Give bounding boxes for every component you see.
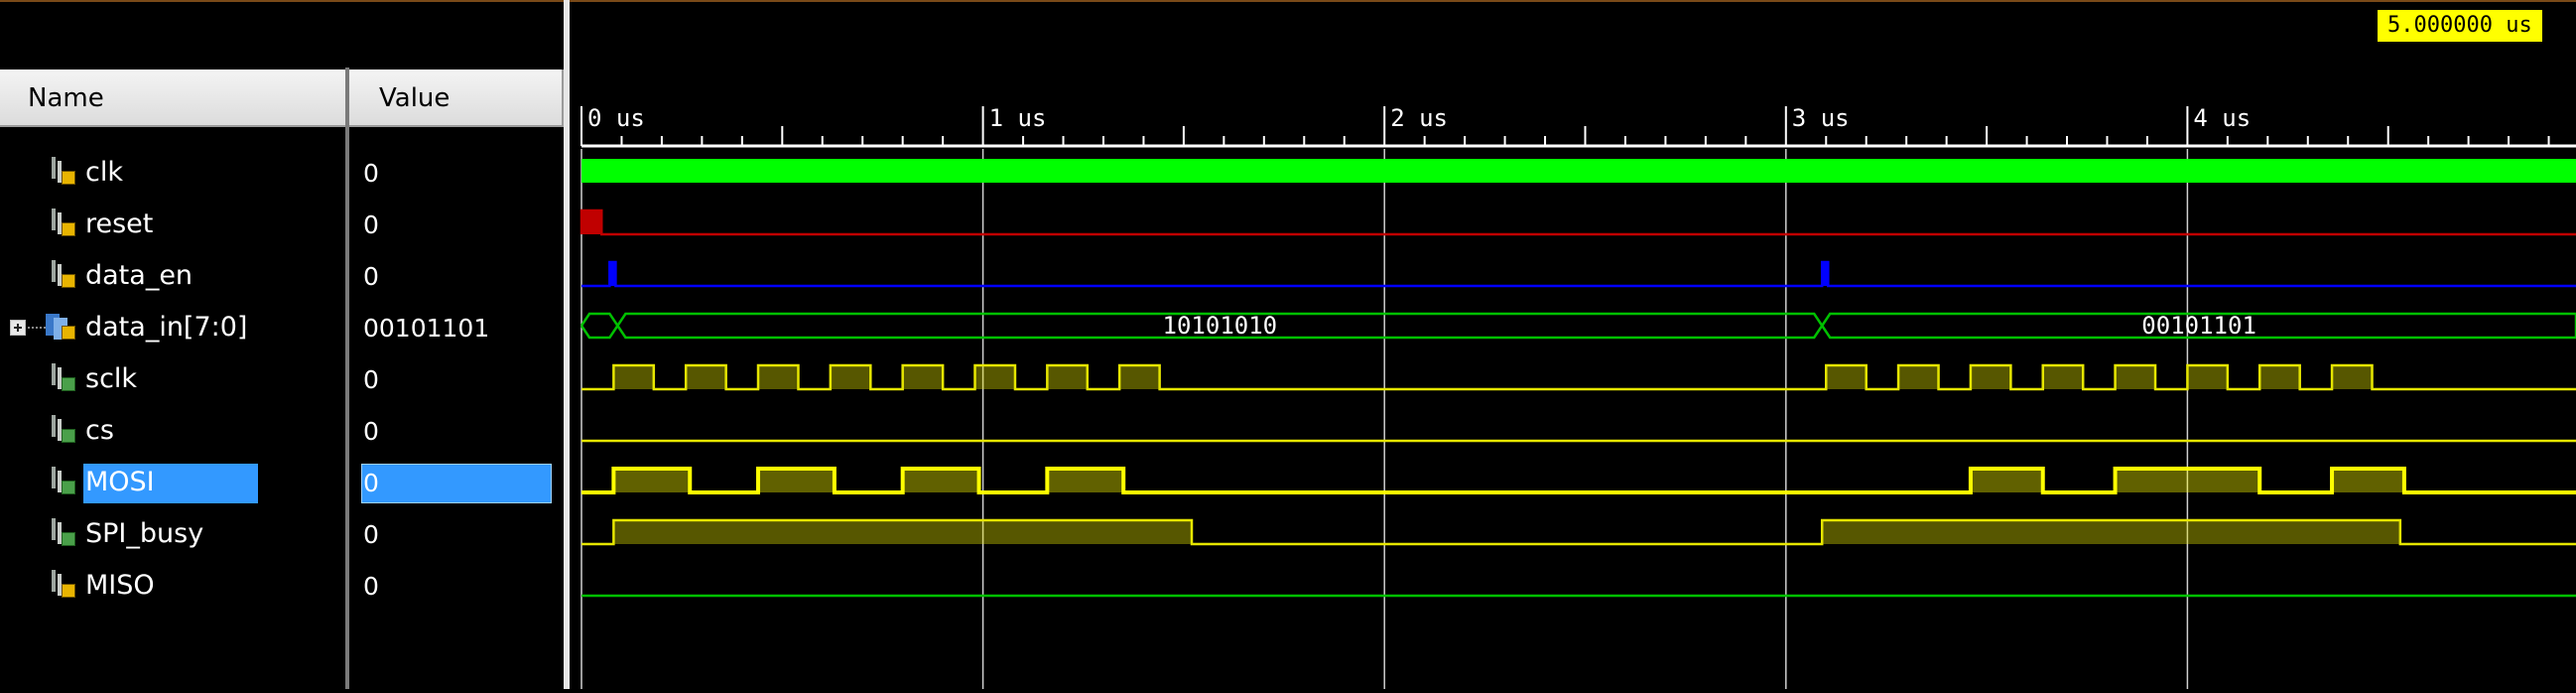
signal-icon — [50, 415, 77, 445]
cursor-time-label: 5.000000 us — [2378, 10, 2542, 42]
pulse-fill — [2259, 365, 2300, 389]
signal-icon — [50, 208, 77, 238]
pulse-fill — [613, 520, 1192, 544]
value-edit-box[interactable] — [361, 464, 552, 503]
pulse-fill — [581, 210, 602, 234]
pulse-fill — [2332, 365, 2373, 389]
clk-waveform — [581, 159, 2576, 183]
expand-icon[interactable] — [10, 320, 26, 336]
pulse-fill — [686, 365, 726, 389]
ruler-label: 0 us — [587, 104, 645, 132]
waveform-canvas[interactable]: 0 us 1 us 2 us 3 us 4 us 10101010 00101101 — [570, 0, 2576, 689]
bus-value-label: 00101101 — [2141, 312, 2256, 340]
signal-name: data_en — [85, 260, 193, 291]
signal-row-sclk[interactable]: sclk 0 — [0, 353, 564, 405]
signal-icon — [50, 467, 77, 496]
signal-value: 0 — [363, 572, 379, 601]
ruler-label: 4 us — [2193, 104, 2251, 132]
signal-name: data_in[7:0] — [85, 312, 248, 343]
tree-connector — [28, 327, 46, 329]
pulse-fill — [758, 469, 835, 492]
pulse-fill — [1047, 469, 1124, 492]
signal-name: sclk — [85, 363, 138, 394]
pulse-fill — [1970, 365, 2011, 389]
signal-name: MOSI — [85, 467, 155, 497]
signal-name: MISO — [85, 570, 155, 601]
pulse-fill — [2115, 365, 2156, 389]
signal-name: reset — [85, 208, 154, 239]
waveform-reset — [580, 208, 2576, 236]
signal-icon — [50, 518, 77, 548]
signal-value: 0 — [363, 469, 379, 497]
pulse-fill — [830, 365, 871, 389]
name-column-header[interactable]: Name — [0, 69, 347, 127]
signal-row-mosi[interactable]: MOSI 0 — [0, 457, 564, 508]
signal-value: 0 — [363, 417, 379, 446]
value-column-header[interactable]: Value — [349, 69, 564, 127]
signal-row-data_en[interactable]: data_en 0 — [0, 250, 564, 302]
signal-row-clk[interactable]: clk 0 — [0, 147, 564, 199]
signal-value: 0 — [363, 262, 379, 291]
pulse-fill — [613, 469, 691, 492]
waveform-mosi — [581, 467, 2576, 494]
signal-name: clk — [85, 157, 123, 188]
pulse-fill — [1047, 365, 1088, 389]
pulse-fill — [1970, 469, 2043, 492]
signal-value: 0 — [363, 520, 379, 549]
pulse-fill — [974, 365, 1015, 389]
signal-icon — [50, 260, 77, 290]
pulse-fill — [1119, 365, 1160, 389]
signal-row-data_in70[interactable]: data_in[7:0] 00101101 — [0, 302, 564, 353]
signal-icon — [50, 570, 77, 600]
signal-row-cs[interactable]: cs 0 — [0, 405, 564, 457]
pulse-fill — [2332, 469, 2404, 492]
signal-value: 0 — [363, 210, 379, 239]
signal-value: 00101101 — [363, 314, 490, 343]
column-splitter[interactable] — [345, 68, 349, 689]
bus-value-label: 10101010 — [1163, 312, 1278, 340]
ruler-label: 2 us — [1390, 104, 1448, 132]
ruler-label: 1 us — [989, 104, 1047, 132]
pulse-fill — [1822, 520, 2400, 544]
signal-row-spi_busy[interactable]: SPI_busy 0 — [0, 508, 564, 560]
signal-row-miso[interactable]: MISO 0 — [0, 560, 564, 612]
signal-name: cs — [85, 415, 114, 446]
waveform-panel[interactable]: 0 us 1 us 2 us 3 us 4 us 10101010 00101101 — [570, 0, 2576, 689]
signal-list-panel: Name Value clk 0 reset 0 data_en 0 data_in[7:0… — [0, 2, 564, 689]
waveform-data_en — [581, 260, 2576, 288]
signal-row-reset[interactable]: reset 0 — [0, 199, 564, 250]
pulse-fill — [613, 365, 654, 389]
pulse-fill — [902, 365, 944, 389]
signal-icon — [50, 157, 77, 187]
pulse-fill — [758, 365, 799, 389]
signal-icon — [50, 363, 77, 393]
signal-name: SPI_busy — [85, 518, 204, 549]
pulse-fill — [2187, 365, 2228, 389]
bus-icon — [46, 312, 77, 342]
ruler-label: 3 us — [1792, 104, 1850, 132]
bus-segment — [580, 312, 619, 340]
signal-value: 0 — [363, 159, 379, 188]
pulse-fill — [2042, 365, 2084, 389]
pulse-fill — [1898, 365, 1939, 389]
signal-value: 0 — [363, 365, 379, 394]
pulse-fill — [902, 469, 979, 492]
pulse-fill — [1826, 365, 1867, 389]
pulse-fill — [2115, 469, 2260, 492]
